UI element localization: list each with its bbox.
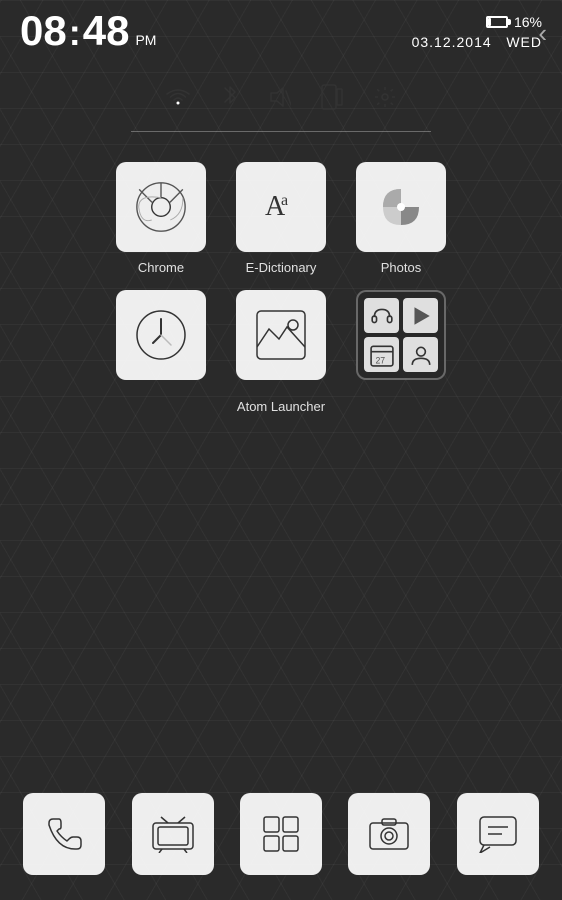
dock-phone[interactable] [23,793,105,875]
folder-cell-calendar: 27 [364,337,399,372]
chrome-label: Chrome [138,260,184,275]
photos-icon [356,162,446,252]
sound-toggle[interactable] [269,85,291,115]
app-row-1: Chrome A a E-Dictionary [111,162,451,275]
folder-label: Atom Launcher [237,398,325,416]
battery-icon [486,16,508,28]
svg-text:a: a [281,192,288,209]
app-row-2: 27 [111,290,451,388]
display-toggle[interactable] [321,84,343,116]
app-clock[interactable] [111,290,211,388]
app-grid: Chrome A a E-Dictionary [0,132,562,436]
dictionary-icon: A a [236,162,326,252]
dock-messages[interactable] [457,793,539,875]
app-chrome[interactable]: Chrome [111,162,211,275]
app-gallery[interactable] [231,290,331,388]
battery-info: 16% [486,14,542,30]
dock-apps[interactable] [240,793,322,875]
quick-settings-bar [0,64,562,131]
time-minutes: 48 [83,10,130,52]
folder-icon: 27 [356,290,446,380]
time-hours: 08 [20,10,67,52]
photos-label: Photos [381,260,421,275]
dictionary-label: E-Dictionary [246,260,317,275]
wifi-toggle[interactable] [165,87,191,113]
status-right: 16% 03.12.2014 WED [412,14,542,50]
dock-camera[interactable] [348,793,430,875]
status-bar: 08 : 48 PM 16% 03.12.2014 WED ‹ [0,0,562,64]
app-photos[interactable]: Photos [351,162,451,275]
time-ampm: PM [135,32,156,54]
chrome-icon [116,162,206,252]
time-colon: : [69,12,81,54]
bottom-dock [0,778,562,900]
dock-tv[interactable] [132,793,214,875]
back-button[interactable]: ‹ [538,18,547,49]
folder-cell-play [403,298,438,333]
gallery-icon [236,290,326,380]
app-folder[interactable]: 27 [351,290,451,380]
clock-icon [116,290,206,380]
date-display: 03.12.2014 WED [412,34,542,50]
settings-icon[interactable] [373,85,397,115]
time-display: 08 : 48 PM [20,10,156,54]
svg-text:27: 27 [375,355,385,365]
folder-cell-headphones [364,298,399,333]
app-dictionary[interactable]: A a E-Dictionary [231,162,331,275]
folder-cell-contacts [403,337,438,372]
bluetooth-toggle[interactable] [221,84,239,116]
